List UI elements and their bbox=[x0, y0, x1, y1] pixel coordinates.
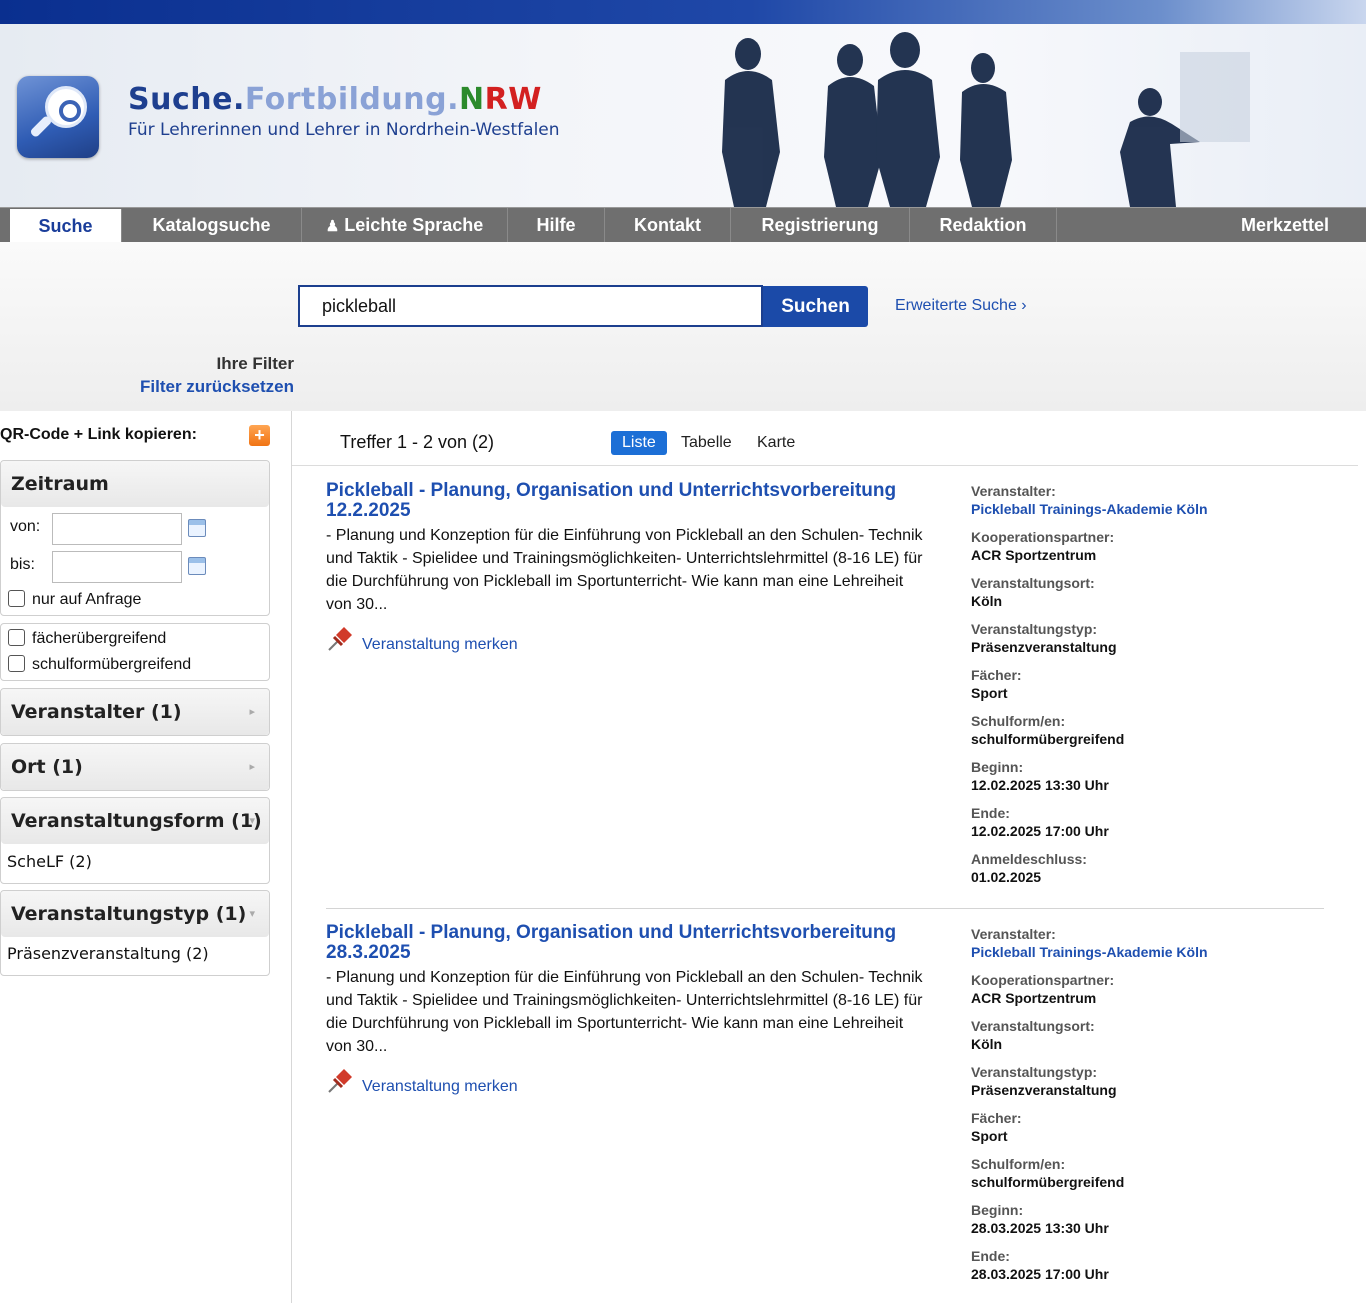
result-title[interactable]: Pickleball - Planung, Organisation und U… bbox=[326, 923, 926, 963]
faecher-label: fächerübergreifend bbox=[32, 630, 167, 647]
nav-item-merkzettel[interactable]: Merkzettel bbox=[1210, 208, 1360, 242]
meta-value: schulformübergreifend bbox=[971, 731, 1125, 747]
view-tab-tabelle[interactable]: Tabelle bbox=[670, 431, 743, 455]
date-to-field[interactable] bbox=[52, 551, 182, 583]
nav-item-registrierung[interactable]: Registrierung bbox=[731, 208, 910, 242]
nav-item-redaktion[interactable]: Redaktion bbox=[910, 208, 1057, 242]
date-from-field[interactable] bbox=[52, 513, 182, 545]
organizer-link[interactable]: Pickleball Trainings-Akademie Köln bbox=[971, 943, 1351, 962]
pin-icon[interactable] bbox=[326, 1067, 354, 1095]
result-meta: Veranstalter: Pickleball Trainings-Akade… bbox=[971, 925, 1351, 1293]
qr-code-label: QR-Code + Link kopieren: bbox=[0, 426, 197, 443]
nav-item-hilfe[interactable]: Hilfe bbox=[508, 208, 605, 242]
zeitraum-heading[interactable]: Zeitraum bbox=[1, 461, 269, 507]
meta-label: Schulform/en: bbox=[971, 713, 1066, 729]
meta-label: Beginn: bbox=[971, 759, 1024, 775]
view-tab-karte[interactable]: Karte bbox=[746, 431, 806, 455]
people-silhouette-image bbox=[722, 32, 1250, 207]
main-navigation: Suche Katalogsuche ♟ Leichte Sprache Hil… bbox=[0, 207, 1366, 243]
calendar-icon[interactable] bbox=[188, 519, 206, 537]
meta-label: Fächer: bbox=[971, 1110, 1022, 1126]
form-facet-item[interactable]: ScheLF (2) bbox=[7, 852, 92, 871]
hit-count: Treffer 1 - 2 von (2) bbox=[340, 432, 495, 452]
form-facet-heading[interactable]: Veranstaltungsform (1) ▾ bbox=[1, 798, 269, 844]
filter-reset-link[interactable]: Filter zurücksetzen bbox=[0, 377, 294, 397]
result-description: - Planung und Konzeption für die Einführ… bbox=[326, 969, 923, 1055]
remember-event-link[interactable]: Veranstaltung merken bbox=[362, 636, 518, 654]
meta-value: ACR Sportzentrum bbox=[971, 547, 1097, 563]
site-tagline: Für Lehrerinnen und Lehrer in Nordrhein-… bbox=[128, 120, 560, 140]
nav-item-kontakt[interactable]: Kontakt bbox=[605, 208, 731, 242]
meta-value: Präsenzveranstaltung bbox=[971, 1082, 1117, 1098]
ort-facet-heading[interactable]: Ort (1) ▸ bbox=[1, 744, 269, 790]
result-divider bbox=[326, 908, 1324, 909]
meta-label: Schulform/en: bbox=[971, 1156, 1066, 1172]
von-label: von: bbox=[10, 518, 41, 535]
top-color-bar bbox=[0, 0, 1366, 24]
meta-value: ACR Sportzentrum bbox=[971, 990, 1097, 1006]
people-icon: ♟ bbox=[325, 218, 340, 235]
meta-value: 28.03.2025 13:30 Uhr bbox=[971, 1220, 1109, 1236]
meta-label: Kooperationspartner: bbox=[971, 972, 1115, 988]
chevron-right-icon: ▸ bbox=[249, 760, 255, 773]
meta-label: Veranstalter: bbox=[971, 926, 1056, 942]
bis-label: bis: bbox=[10, 556, 35, 573]
nav-item-suche[interactable]: Suche bbox=[10, 209, 122, 243]
faecher-checkbox[interactable] bbox=[8, 629, 25, 646]
chevron-down-icon: ▾ bbox=[249, 907, 255, 920]
typ-facet-item[interactable]: Präsenzveranstaltung (2) bbox=[7, 944, 209, 963]
meta-value: 12.02.2025 13:30 Uhr bbox=[971, 777, 1109, 793]
meta-label: Veranstaltungstyp: bbox=[971, 1064, 1098, 1080]
nav-item-katalogsuche[interactable]: Katalogsuche bbox=[122, 208, 302, 242]
schulform-label: schulformübergreifend bbox=[32, 656, 192, 673]
plus-icon[interactable]: + bbox=[249, 425, 270, 446]
meta-label: Veranstaltungsort: bbox=[971, 575, 1095, 591]
view-tab-liste[interactable]: Liste bbox=[611, 431, 667, 455]
meta-value: Köln bbox=[971, 1036, 1003, 1052]
search-button[interactable]: Suchen bbox=[763, 286, 868, 327]
advanced-search-link[interactable]: Erweiterte Suche › bbox=[895, 297, 1027, 315]
meta-label: Ende: bbox=[971, 1248, 1010, 1264]
chevron-down-icon: ▾ bbox=[249, 814, 255, 827]
meta-label: Beginn: bbox=[971, 1202, 1024, 1218]
meta-value: Sport bbox=[971, 1128, 1008, 1144]
ort-facet: Ort (1) ▸ bbox=[0, 743, 270, 791]
site-brand[interactable]: Suche.Fortbildung.NRW bbox=[128, 82, 542, 117]
on-request-checkbox[interactable] bbox=[8, 590, 25, 607]
chevron-right-icon: ▸ bbox=[249, 705, 255, 718]
meta-value: schulformübergreifend bbox=[971, 1174, 1125, 1190]
organizer-link[interactable]: Pickleball Trainings-Akademie Köln bbox=[971, 500, 1351, 519]
meta-label: Veranstaltungsort: bbox=[971, 1018, 1095, 1034]
schulform-checkbox[interactable] bbox=[8, 655, 25, 672]
meta-label: Veranstalter: bbox=[971, 483, 1056, 499]
search-input[interactable] bbox=[298, 285, 763, 327]
typ-facet: Veranstaltungstyp (1) ▾ bbox=[0, 890, 270, 976]
meta-value: Präsenzveranstaltung bbox=[971, 639, 1117, 655]
meta-value: 28.03.2025 17:00 Uhr bbox=[971, 1266, 1109, 1282]
meta-value: Köln bbox=[971, 593, 1003, 609]
on-request-label: nur auf Anfrage bbox=[32, 591, 142, 608]
nav-item-leichte-sprache-label: Leichte Sprache bbox=[344, 215, 484, 235]
pin-icon[interactable] bbox=[326, 625, 354, 653]
site-logo-icon[interactable] bbox=[17, 76, 99, 158]
typ-facet-heading[interactable]: Veranstaltungstyp (1) ▾ bbox=[1, 891, 269, 937]
result-title[interactable]: Pickleball - Planung, Organisation und U… bbox=[326, 481, 926, 521]
veranstalter-facet: Veranstalter (1) ▸ bbox=[0, 688, 270, 736]
meta-label: Veranstaltungstyp: bbox=[971, 621, 1098, 637]
veranstalter-facet-heading[interactable]: Veranstalter (1) ▸ bbox=[1, 689, 269, 735]
meta-label: Kooperationspartner: bbox=[971, 529, 1115, 545]
result-description: - Planung und Konzeption für die Einführ… bbox=[326, 527, 923, 613]
meta-label: Anmeldeschluss: bbox=[971, 851, 1087, 867]
nav-item-leichte-sprache[interactable]: ♟ Leichte Sprache bbox=[302, 208, 508, 242]
filter-heading: Ihre Filter bbox=[216, 354, 294, 373]
meta-value: 12.02.2025 17:00 Uhr bbox=[971, 823, 1109, 839]
calendar-icon[interactable] bbox=[188, 557, 206, 575]
meta-label: Ende: bbox=[971, 805, 1010, 821]
result-meta: Veranstalter: Pickleball Trainings-Akade… bbox=[971, 482, 1351, 896]
meta-value: Sport bbox=[971, 685, 1008, 701]
meta-value: 01.02.2025 bbox=[971, 869, 1042, 885]
remember-event-link[interactable]: Veranstaltung merken bbox=[362, 1078, 518, 1096]
header-banner: Suche.Fortbildung.NRW Für Lehrerinnen un… bbox=[0, 24, 1366, 207]
meta-label: Fächer: bbox=[971, 667, 1022, 683]
